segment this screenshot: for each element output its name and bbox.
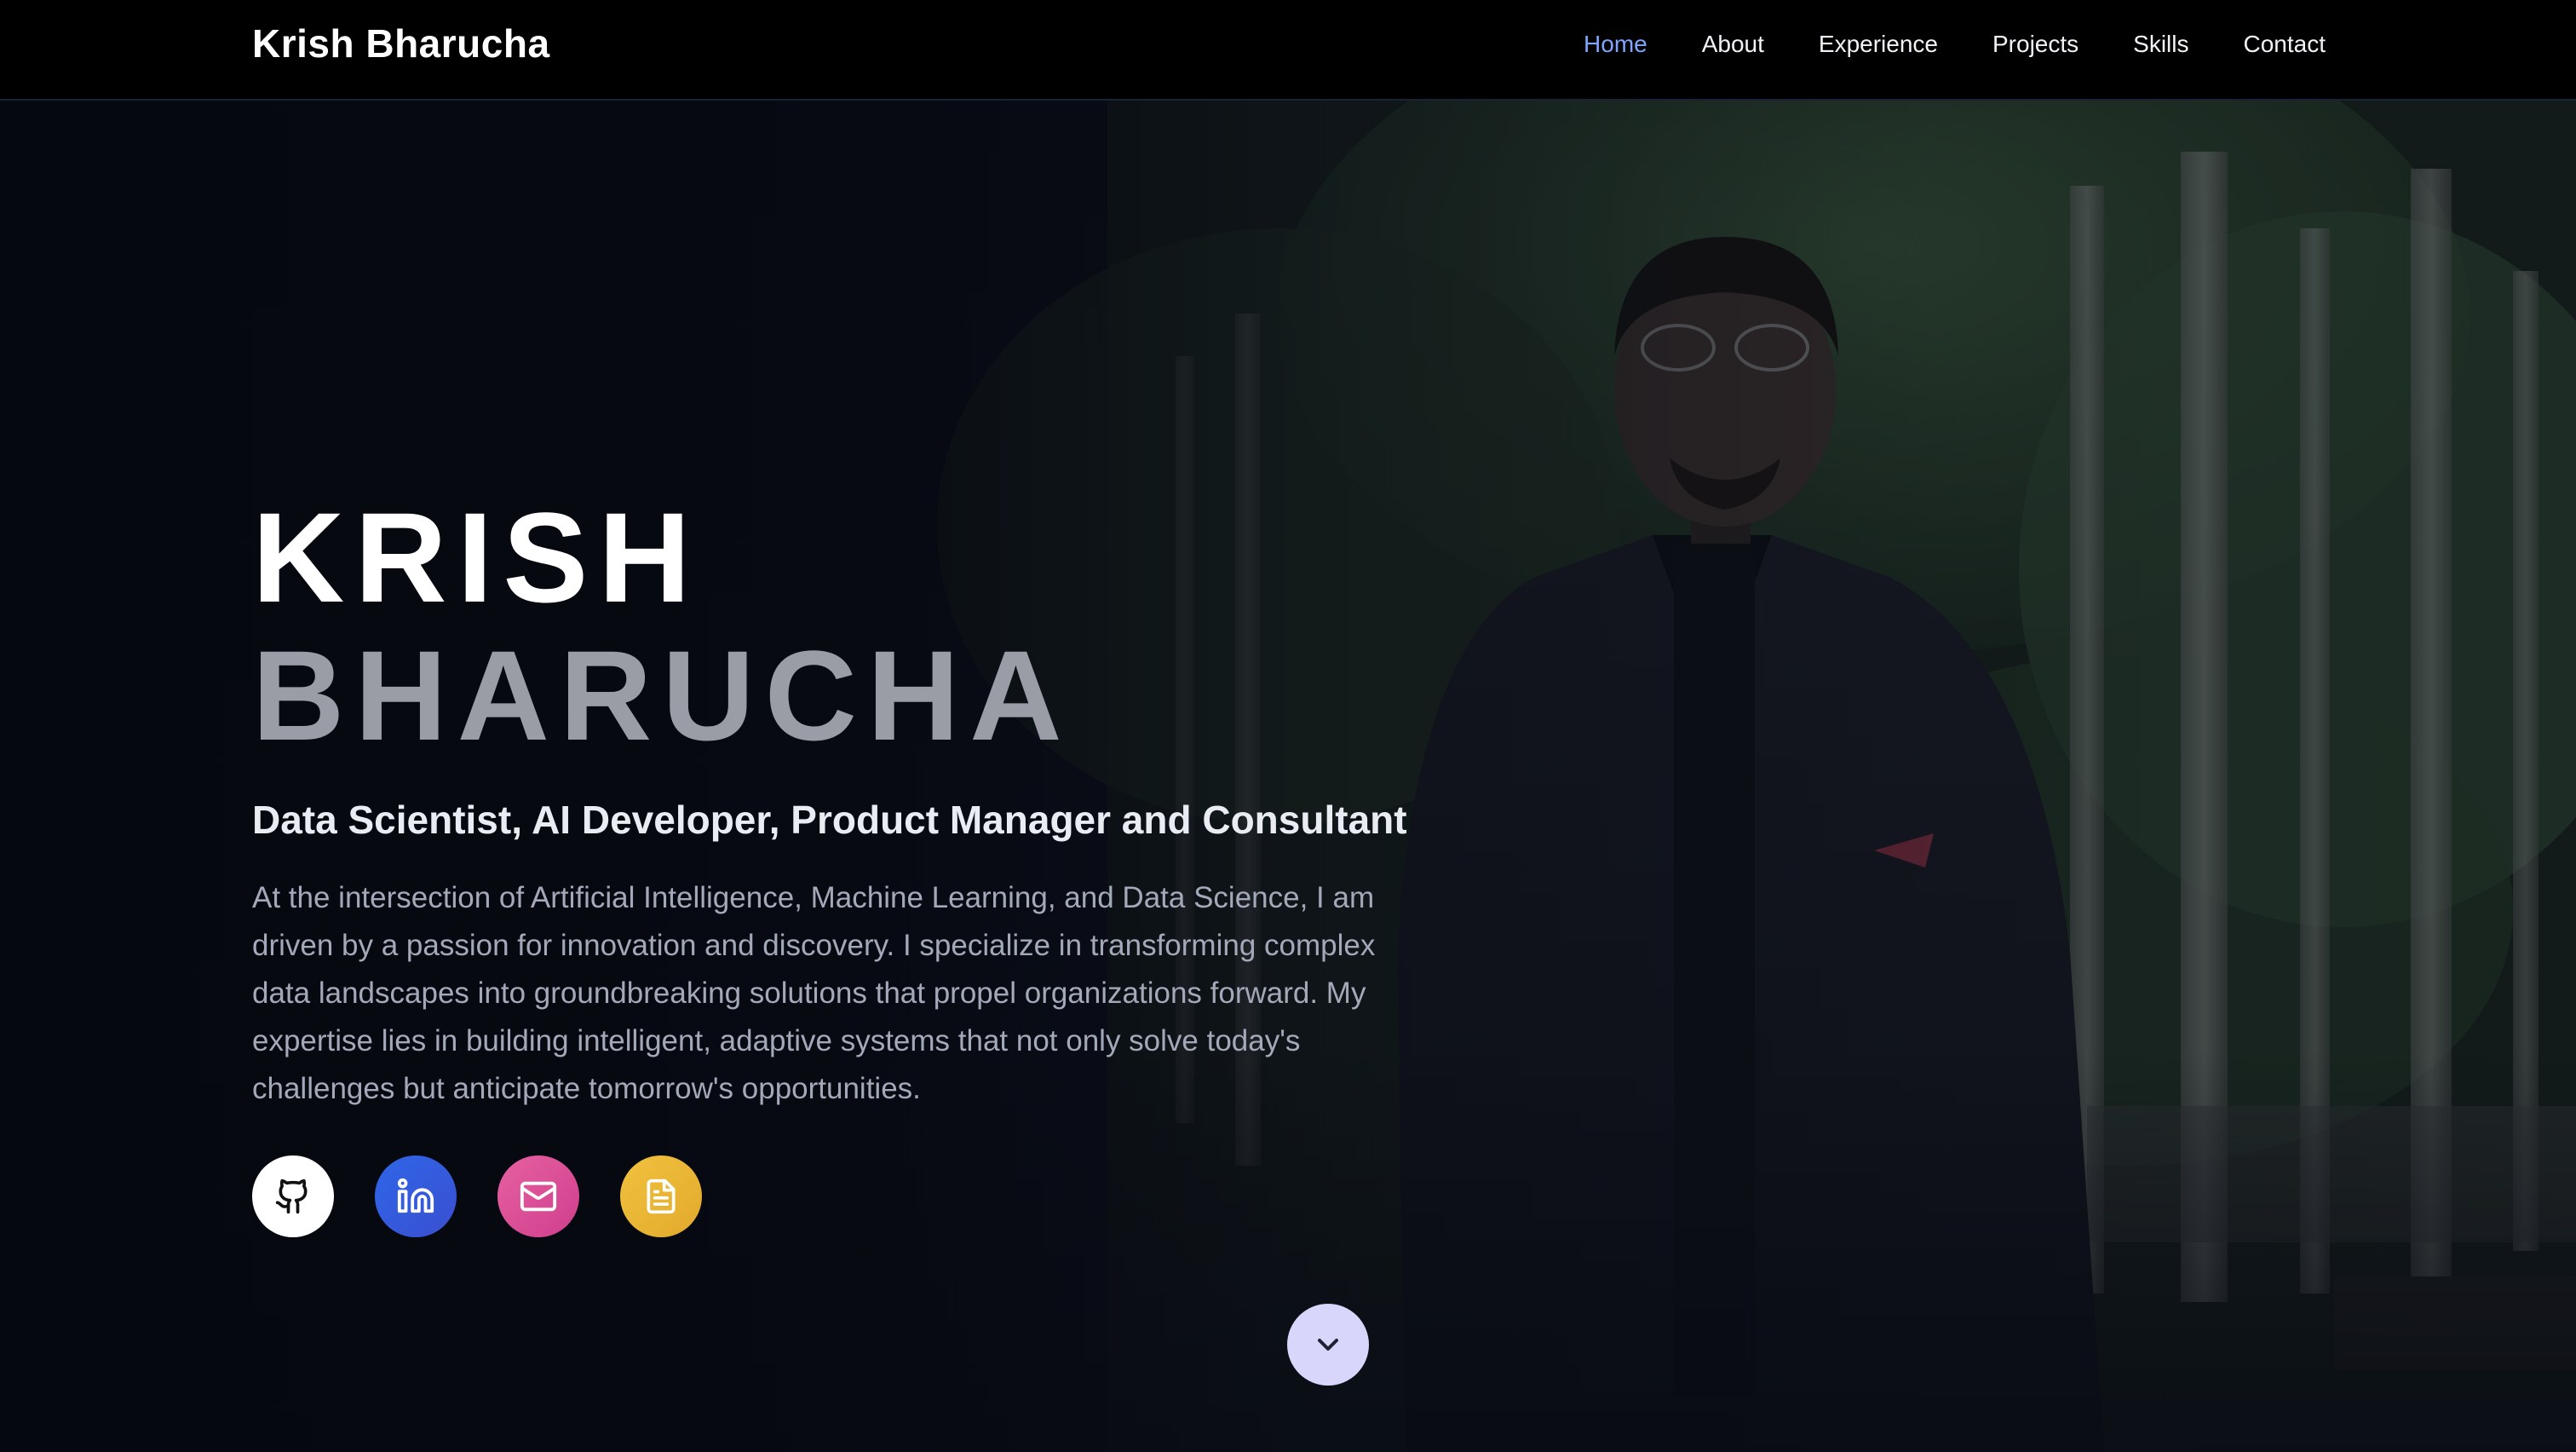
resume-button[interactable] [620, 1155, 702, 1237]
nav-item-about[interactable]: About [1702, 31, 1764, 58]
mail-icon [520, 1181, 557, 1212]
brand-logo[interactable]: Krish Bharucha [252, 20, 550, 66]
hero-name: KRISH BHARUCHA [252, 489, 1445, 763]
nav-item-contact[interactable]: Contact [2244, 31, 2326, 58]
nav-item-home[interactable]: Home [1584, 31, 1647, 58]
nav-item-experience[interactable]: Experience [1819, 31, 1938, 58]
nav-links: Home About Experience Projects Skills Co… [1584, 31, 2326, 58]
email-button[interactable] [497, 1155, 579, 1237]
linkedin-button[interactable] [375, 1155, 457, 1237]
github-button[interactable] [252, 1155, 334, 1237]
hero-first-name: KRISH [252, 486, 701, 629]
social-links [252, 1155, 1445, 1237]
nav-item-skills[interactable]: Skills [2133, 31, 2188, 58]
chevron-down-icon [1318, 1339, 1338, 1351]
document-icon [647, 1178, 676, 1214]
nav-item-projects[interactable]: Projects [1992, 31, 2079, 58]
portfolio-page: Krish Bharucha Home About Experience Pro… [0, 0, 2576, 1452]
hero-last-name: BHARUCHA [252, 624, 1072, 767]
github-icon [275, 1178, 308, 1214]
hero-section: KRISH BHARUCHA Data Scientist, AI Develo… [252, 489, 1445, 1237]
hero-bio: At the intersection of Artificial Intell… [252, 881, 1376, 1105]
hero-subtitle: Data Scientist, AI Developer, Product Ma… [252, 798, 1407, 842]
scroll-down-button[interactable] [1287, 1304, 1369, 1386]
linkedin-icon [397, 1178, 434, 1213]
top-navbar: Krish Bharucha Home About Experience Pro… [0, 0, 2576, 101]
